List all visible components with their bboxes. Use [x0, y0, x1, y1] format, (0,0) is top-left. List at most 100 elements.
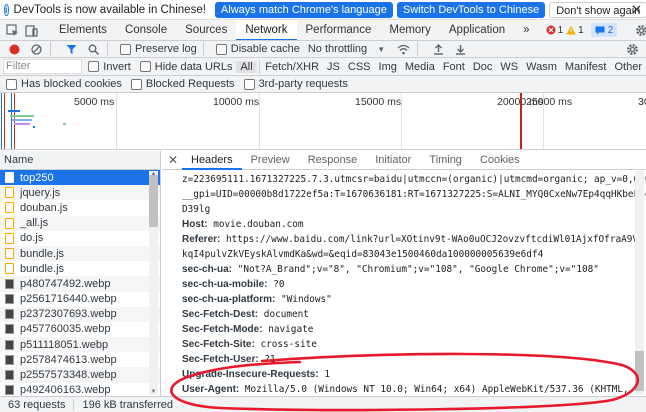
switch-to-chinese-button[interactable]: Switch DevTools to Chinese [396, 1, 546, 18]
filter-type-fetch-xhr[interactable]: Fetch/XHR [261, 61, 323, 73]
filter-type-css[interactable]: CSS [344, 61, 375, 73]
request-row[interactable]: _all.js [0, 215, 160, 231]
request-row[interactable]: p2372307693.webp [0, 306, 160, 322]
detail-scrollbar[interactable] [635, 171, 644, 395]
filter-icon[interactable] [63, 41, 79, 57]
export-har-icon[interactable] [452, 41, 468, 57]
blocked-requests-checkbox[interactable] [130, 78, 142, 90]
tab-memory[interactable]: Memory [380, 20, 440, 40]
message-icon [595, 26, 605, 34]
header-value: document [263, 309, 309, 320]
preserve-log-checkbox[interactable] [120, 43, 131, 55]
timeline-overview[interactable]: 5000 ms 10000 ms 15000 ms 20000 ms 25000… [0, 93, 646, 150]
request-row[interactable]: p457760035.webp [0, 322, 160, 337]
request-row[interactable]: p2557573348.webp [0, 367, 160, 383]
third-party-requests-checkbox[interactable] [243, 78, 255, 90]
tab-console[interactable]: Console [116, 20, 176, 40]
device-toolbar-icon[interactable] [25, 22, 38, 38]
scroll-thumb[interactable] [635, 351, 644, 391]
image-file-icon [5, 278, 14, 289]
messages-badge[interactable]: 2 [590, 23, 618, 37]
request-row[interactable]: p511118051.webp [0, 337, 160, 353]
timeline-tick-label: 30 [638, 96, 646, 108]
header-value: https://www.baidu.com/link?url=XOtinv9t-… [182, 234, 639, 260]
header-host: Host: movie.douban.com [182, 217, 646, 232]
filter-type-ws[interactable]: WS [496, 61, 522, 73]
filter-type-manifest[interactable]: Manifest [561, 61, 611, 73]
separator [258, 59, 260, 74]
filter-input[interactable]: Filter [3, 59, 83, 74]
filter-type-all[interactable]: All [236, 60, 257, 73]
request-row[interactable]: top250 [0, 170, 160, 186]
tab-cookies[interactable]: Cookies [471, 151, 529, 170]
more-tabs-button[interactable]: » [514, 20, 538, 40]
hide-data-urls-checkbox[interactable] [139, 61, 151, 72]
image-file-icon [5, 385, 14, 396]
separator [50, 42, 51, 56]
close-icon[interactable]: ✕ [631, 2, 642, 18]
clear-icon[interactable] [28, 41, 44, 57]
document-file-icon [5, 217, 14, 229]
filter-type-font[interactable]: Font [439, 61, 469, 73]
header-key: Sec-Fetch-Site: [182, 339, 255, 350]
scroll-down-arrow-icon[interactable]: ▼ [149, 389, 158, 395]
tab-timing[interactable]: Timing [420, 151, 471, 170]
scroll-thumb[interactable] [149, 175, 158, 227]
request-row[interactable]: p2578474613.webp [0, 352, 160, 367]
filter-type-media[interactable]: Media [401, 61, 439, 73]
request-bar [33, 126, 35, 128]
issues-badge[interactable]: 1 1 [543, 23, 587, 37]
filter-type-wasm[interactable]: Wasm [522, 61, 561, 73]
network-conditions-icon[interactable] [395, 41, 411, 57]
header-key: User-Agent: [182, 384, 240, 395]
tab-headers[interactable]: Headers [182, 151, 242, 170]
tab-performance[interactable]: Performance [297, 20, 381, 40]
request-row[interactable]: bundle.js [0, 261, 160, 276]
filter-type-other[interactable]: Other [610, 61, 646, 73]
record-icon[interactable] [6, 41, 22, 57]
chevron-down-icon[interactable]: ▼ [373, 41, 389, 57]
tab-elements[interactable]: Elements [50, 20, 116, 40]
separator [107, 42, 108, 56]
request-row[interactable]: do.js [0, 231, 160, 246]
tab-network[interactable]: Network [236, 20, 297, 40]
request-list-scrollbar[interactable]: ▲ ▼ [149, 171, 158, 395]
document-file-icon [5, 263, 14, 275]
header-value: cross-site [260, 339, 317, 350]
request-row[interactable]: jquery.js [0, 185, 160, 201]
import-har-icon[interactable] [430, 41, 446, 57]
inspect-element-icon[interactable] [6, 22, 19, 38]
tab-initiator[interactable]: Initiator [366, 151, 420, 170]
request-row[interactable]: p492406163.webp [0, 383, 160, 396]
tab-response[interactable]: Response [299, 151, 367, 170]
timeline-gridline [259, 93, 260, 149]
always-match-language-button[interactable]: Always match Chrome's language [214, 1, 393, 18]
document-file-icon [5, 248, 14, 260]
close-detail-icon[interactable]: ✕ [168, 153, 182, 167]
has-blocked-cookies-checkbox[interactable] [6, 78, 17, 90]
request-row[interactable]: douban.js [0, 200, 160, 215]
name-column-header[interactable]: Name [0, 151, 160, 170]
filter-type-img[interactable]: Img [375, 61, 401, 73]
separator [73, 398, 75, 411]
throttling-select[interactable]: No throttling [308, 43, 367, 55]
timeline-tick-label: 15000 ms [355, 96, 402, 108]
header-sec-fetch-site: Sec-Fetch-Site: cross-site [182, 337, 646, 352]
search-icon[interactable] [85, 41, 101, 57]
header-key: sec-ch-ua: [182, 264, 233, 275]
tab-sources[interactable]: Sources [176, 20, 236, 40]
network-settings-gear-icon[interactable] [624, 41, 640, 57]
image-file-icon [5, 339, 14, 350]
filter-type-js[interactable]: JS [323, 61, 344, 73]
invert-checkbox[interactable] [88, 61, 100, 72]
request-row[interactable]: bundle.js [0, 245, 160, 262]
tab-application[interactable]: Application [440, 20, 514, 40]
filter-type-doc[interactable]: Doc [469, 61, 497, 73]
request-row[interactable]: p480747492.webp [0, 276, 160, 292]
info-icon: i [4, 3, 9, 16]
request-row[interactable]: p2561716440.webp [0, 292, 160, 307]
disable-cache-checkbox[interactable] [215, 43, 227, 55]
tab-preview[interactable]: Preview [242, 151, 299, 170]
header-key: Sec-Fetch-Dest: [182, 309, 259, 320]
settings-gear-icon[interactable] [635, 22, 646, 38]
